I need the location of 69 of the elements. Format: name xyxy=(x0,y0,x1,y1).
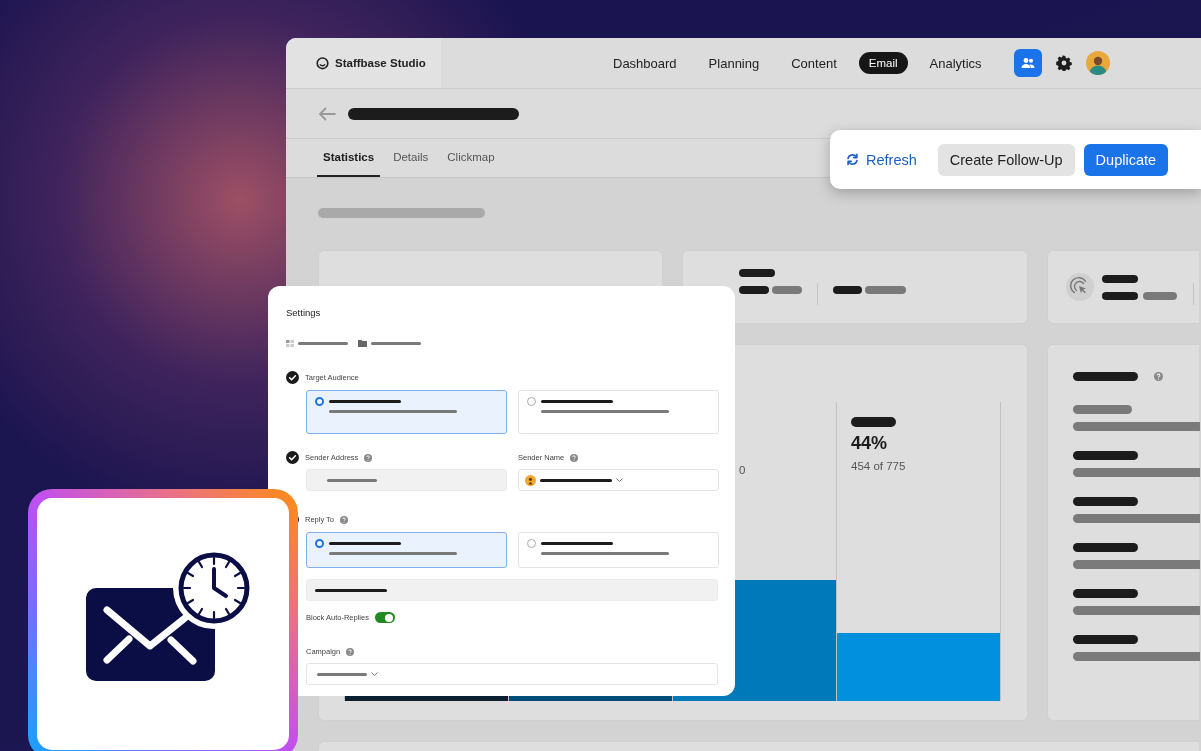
redacted-text-bar xyxy=(1073,497,1138,506)
option-card[interactable] xyxy=(306,390,507,434)
select-field[interactable] xyxy=(306,663,718,685)
select-field[interactable] xyxy=(518,469,719,491)
help-icon[interactable] xyxy=(346,647,355,656)
redacted-text-bar xyxy=(1143,291,1177,300)
redacted-text-bar xyxy=(739,269,775,277)
radio-button[interactable] xyxy=(315,397,324,406)
chevron-down-icon xyxy=(616,478,623,482)
card-title: Settings xyxy=(286,307,322,318)
tab[interactable]: Details xyxy=(387,139,435,177)
redacted-text-bar xyxy=(1073,372,1138,381)
nav-item[interactable]: Planning xyxy=(698,50,770,76)
logo-icon xyxy=(316,56,329,70)
redacted-text-bar xyxy=(315,588,387,592)
redacted-text-bar xyxy=(329,400,401,403)
duplicate-button[interactable]: Duplicate xyxy=(1083,143,1169,176)
redacted-text-bar xyxy=(1073,543,1138,552)
help-icon[interactable] xyxy=(570,453,579,462)
redacted-text-bar xyxy=(540,478,612,482)
avatar-icon xyxy=(525,474,536,486)
redacted-text-bar xyxy=(329,542,401,545)
redacted-text-bar xyxy=(371,342,421,345)
tab[interactable]: Clickmap xyxy=(441,139,501,177)
people-icon xyxy=(1020,57,1035,69)
toggle-switch[interactable] xyxy=(374,612,395,623)
chevron-down-icon xyxy=(371,672,378,676)
radio-button[interactable] xyxy=(315,539,324,548)
refresh-link[interactable]: Refresh xyxy=(844,143,929,176)
nav-item[interactable]: Dashboard xyxy=(603,50,687,76)
cursor-click-icon xyxy=(1066,273,1094,301)
redacted-text-bar xyxy=(772,286,802,294)
follow-up-button[interactable]: Create Follow-Up xyxy=(937,143,1075,176)
help-icon[interactable] xyxy=(340,515,349,524)
redacted-text-bar xyxy=(739,286,769,294)
redacted-text-bar xyxy=(1073,405,1132,414)
redacted-text-bar xyxy=(1102,274,1138,283)
nav-item[interactable]: Analytics xyxy=(919,50,992,76)
nav-item[interactable]: Content xyxy=(781,50,847,76)
redacted-text-bar xyxy=(1102,291,1138,300)
grid-icon xyxy=(286,340,294,347)
input-field[interactable] xyxy=(306,469,507,491)
refresh-icon xyxy=(846,153,859,166)
team-button[interactable] xyxy=(1013,49,1042,77)
redacted-text-bar xyxy=(541,400,613,403)
redacted-text-bar xyxy=(298,342,348,345)
help-icon[interactable] xyxy=(1154,372,1163,381)
redacted-text-bar xyxy=(851,417,896,427)
redacted-text-bar xyxy=(1073,635,1138,644)
redacted-text-bar xyxy=(833,286,862,294)
avatar-icon[interactable] xyxy=(1085,51,1110,75)
stage-percentage: 44% xyxy=(851,433,888,454)
redacted-text-bar xyxy=(865,286,906,294)
redacted-text-bar xyxy=(327,478,377,482)
redacted-text-bar xyxy=(1073,451,1138,460)
option-card[interactable] xyxy=(306,532,507,568)
radio-button[interactable] xyxy=(527,539,536,548)
stage-detail: 0 xyxy=(739,464,746,476)
app-name: Staffbase Studio xyxy=(335,57,426,69)
redacted-text-bar xyxy=(541,542,613,545)
redacted-text-bar xyxy=(317,672,367,676)
stage-detail: 454 of 775 xyxy=(851,460,906,472)
settings-icon[interactable] xyxy=(1055,55,1072,71)
help-icon[interactable] xyxy=(364,453,373,462)
radio-button[interactable] xyxy=(527,397,536,406)
nav-item[interactable]: Email xyxy=(858,52,908,74)
folder-icon xyxy=(358,340,367,347)
redacted-text-bar xyxy=(1073,589,1138,598)
input-field[interactable] xyxy=(306,579,718,601)
